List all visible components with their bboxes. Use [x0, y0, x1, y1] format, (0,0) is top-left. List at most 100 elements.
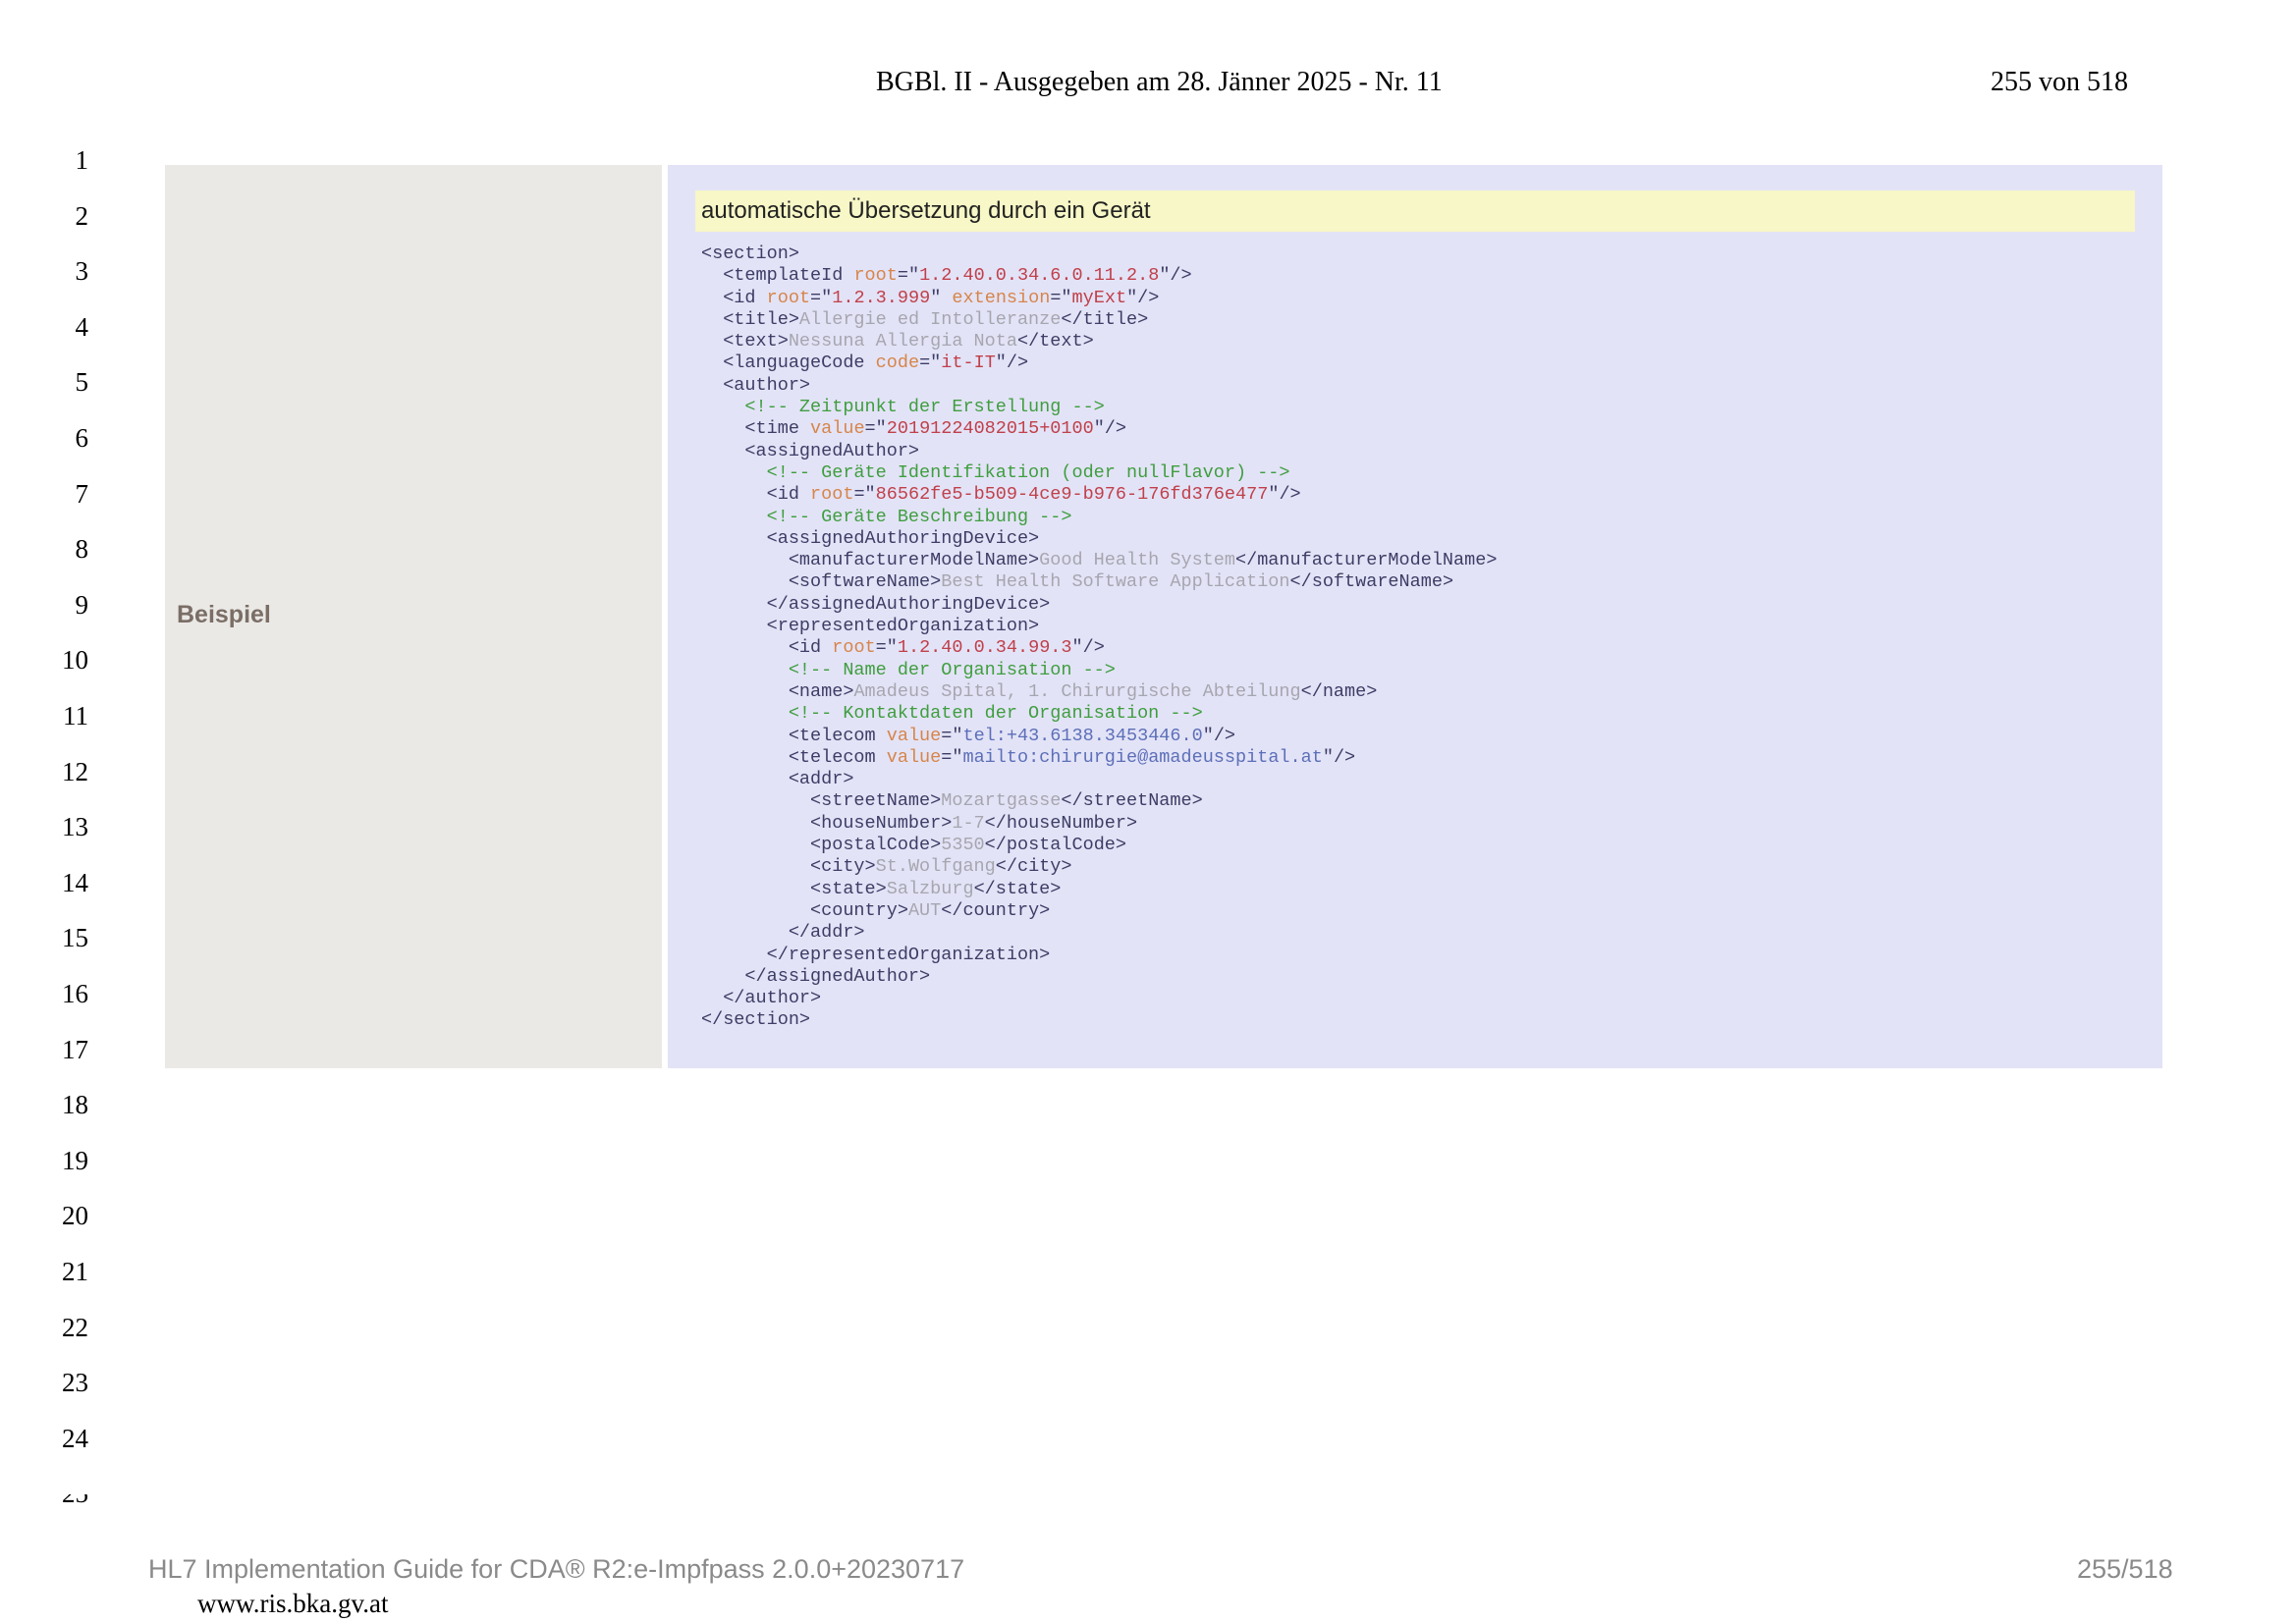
content-cell: automatische Übersetzung durch ein Gerät…: [668, 165, 2162, 1068]
code-token-tag: </city>: [995, 856, 1072, 878]
code-token-tag: "/>: [1322, 746, 1356, 768]
code-line: <id root="1.2.3.999" extension="myExt"/>: [701, 288, 1497, 309]
code-line: <!-- Kontaktdaten der Organisation -->: [701, 703, 1497, 725]
footer-url: www.ris.bka.gv.at: [197, 1589, 389, 1618]
code-line: <title>Allergie ed Intolleranze</title>: [701, 309, 1497, 331]
code-token-tag: <languageCode: [701, 352, 876, 374]
line-number: 20: [62, 1201, 88, 1231]
code-token-tag: <addr>: [701, 769, 854, 790]
code-token-tag: </representedOrganization>: [701, 944, 1051, 965]
code-line: <text>Nessuna Allergia Nota</text>: [701, 331, 1497, 352]
code-line: </addr>: [701, 922, 1497, 944]
line-number: 4: [75, 311, 89, 342]
code-token-tag: <telecom: [701, 725, 887, 746]
line-number: 24: [62, 1423, 88, 1453]
code-token-tag: <time: [701, 418, 811, 440]
code-token-tag: </text>: [1016, 331, 1094, 352]
code-token-tag: ": [930, 287, 953, 308]
code-token-tag: </assignedAuthoringDevice>: [701, 593, 1051, 615]
code-token-tag: <section>: [701, 243, 799, 264]
line-number: 19: [62, 1145, 88, 1175]
code-line: <manufacturerModelName>Good Health Syste…: [701, 550, 1498, 571]
code-token-tag: =": [897, 265, 920, 287]
gazette-title: BGBl. II - Ausgegeben am 28. Jänner 2025…: [876, 67, 1443, 97]
code-token-tag: <id: [701, 484, 811, 506]
code-token-attr: root: [810, 484, 854, 506]
footer-page-number: 255/518: [2077, 1554, 2173, 1584]
code-line: <name>Amadeus Spital, 1. Chirurgische Ab…: [701, 681, 1497, 703]
code-token-tag: <assignedAuthor>: [701, 440, 920, 461]
code-token-tag: =": [919, 352, 942, 374]
code-token-tag: <id: [701, 287, 767, 308]
code-token-tag: <city>: [701, 856, 876, 878]
code-token-tag: "/>: [1268, 484, 1301, 506]
code-token-tag: =": [864, 418, 887, 440]
line-number: 21: [62, 1257, 88, 1286]
code-line: <id root="86562fe5-b509-4ce9-b976-176fd3…: [701, 484, 1497, 506]
line-number: 3: [75, 256, 89, 287]
line-number: 1: [75, 145, 89, 175]
code-token-tag: </manufacturerModelName>: [1235, 550, 1498, 571]
code-token-link: tel:+43.6138.3453446.0: [962, 725, 1203, 746]
example-caption: automatische Übersetzung durch ein Gerät: [695, 190, 2135, 232]
code-line: <city>St.Wolfgang</city>: [701, 856, 1497, 878]
code-line: </assignedAuthor>: [701, 966, 1497, 988]
code-token-tag: "/>: [1159, 265, 1192, 287]
code-line: <assignedAuthor>: [701, 441, 1497, 462]
code-line: <!-- Geräte Identifikation (oder nullFla…: [701, 462, 1497, 484]
code-line: <!-- Zeitpunkt der Erstellung -->: [701, 397, 1497, 418]
code-token-tag: <streetName>: [701, 790, 942, 812]
code-token-val: myExt: [1071, 287, 1127, 308]
code-token-tag: </postalCode>: [984, 835, 1126, 856]
line-number: 16: [62, 979, 88, 1008]
line-number: 10: [62, 645, 88, 676]
code-token-tag: </addr>: [701, 922, 865, 944]
code-token-tag: =": [941, 725, 963, 746]
code-line: <templateId root="1.2.40.0.34.6.0.11.2.8…: [701, 265, 1497, 287]
xml-code-block: <section> <templateId root="1.2.40.0.34.…: [701, 243, 1497, 1032]
code-token-tag: =": [810, 287, 833, 308]
code-line: </section>: [701, 1009, 1497, 1031]
code-token-attr: code: [875, 352, 920, 374]
code-token-tag: <title>: [701, 308, 799, 330]
code-line: <time value="20191224082015+0100"/>: [701, 418, 1497, 440]
running-header: BGBl. II - Ausgegeben am 28. Jänner 2025…: [0, 67, 2296, 106]
code-line: <!-- Name der Organisation -->: [701, 660, 1497, 681]
code-token-text: 5350: [941, 835, 985, 856]
code-line: <postalCode>5350</postalCode>: [701, 835, 1497, 856]
code-token-tag: =": [875, 637, 898, 659]
code-token-tag: <text>: [701, 331, 789, 352]
line-number: 23: [62, 1368, 88, 1398]
code-token-text: Good Health System: [1039, 550, 1235, 571]
code-token-text: Mozartgasse: [941, 790, 1062, 812]
code-token-tag: "/>: [1126, 287, 1160, 308]
code-token-tag: <name>: [701, 680, 854, 702]
code-token-attr: value: [810, 418, 865, 440]
code-line: <softwareName>Best Health Software Appli…: [701, 571, 1497, 593]
code-line: <assignedAuthoringDevice>: [701, 528, 1497, 550]
line-number: 8: [75, 534, 89, 565]
code-token-attr: root: [766, 287, 811, 308]
line-number-clip: [0, 1483, 118, 1494]
code-token-tag: </title>: [1061, 308, 1149, 330]
code-token-com: <!-- Name der Organisation -->: [701, 659, 1116, 680]
line-number: 22: [62, 1312, 88, 1342]
code-token-com: <!-- Geräte Identifikation (oder nullFla…: [701, 461, 1290, 483]
code-token-attr: root: [832, 637, 876, 659]
code-token-tag: =": [1050, 287, 1072, 308]
page-of-count: 255 von 518: [1991, 67, 2128, 97]
code-token-val: 86562fe5-b509-4ce9-b976-176fd376e477: [875, 484, 1269, 506]
line-number: 6: [75, 423, 89, 453]
code-token-val: 1.2.40.0.34.99.3: [897, 637, 1072, 659]
code-line: <id root="1.2.40.0.34.99.3"/>: [701, 637, 1497, 659]
code-line: </assignedAuthoringDevice>: [701, 594, 1497, 616]
code-token-tag: <assignedAuthoringDevice>: [701, 527, 1040, 549]
code-token-attr: value: [886, 746, 942, 768]
code-token-tag: "/>: [995, 352, 1029, 374]
code-line: <streetName>Mozartgasse</streetName>: [701, 790, 1497, 812]
code-token-tag: <manufacturerModelName>: [701, 550, 1040, 571]
line-number: 5: [75, 367, 89, 398]
code-line: <!-- Geräte Beschreibung -->: [701, 507, 1497, 528]
label-cell: Beispiel: [165, 165, 662, 1068]
code-line: <addr>: [701, 769, 1497, 790]
